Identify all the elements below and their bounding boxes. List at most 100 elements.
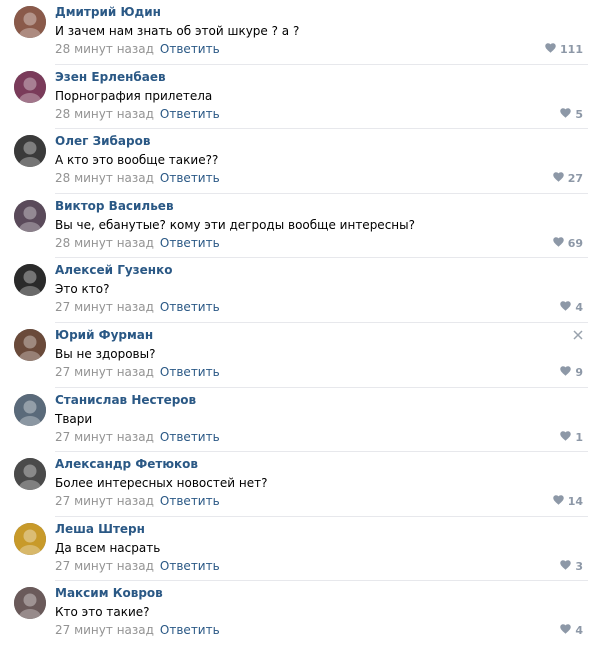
like-count: 27	[567, 172, 583, 186]
comment-meta: 28 минут назад Ответить	[55, 107, 220, 122]
comment-time[interactable]: 28 минут назад	[55, 107, 154, 121]
comment-meta: 28 минут назад Ответить	[55, 171, 220, 186]
like-button[interactable]: 4	[560, 623, 583, 638]
comment-meta: 27 минут назад Ответить	[55, 559, 220, 574]
like-count: 4	[575, 301, 583, 315]
avatar[interactable]	[14, 328, 46, 361]
comment-text: Порнография прилетела	[55, 88, 213, 103]
reply-button[interactable]: Ответить	[160, 171, 220, 185]
avatar[interactable]	[14, 135, 46, 168]
heart-icon	[552, 171, 568, 186]
comment-meta: 28 минут назад Ответить	[55, 236, 220, 251]
comment-item: Леша Штерн Да всем насрать 27 минут наза…	[0, 517, 600, 582]
comment-author[interactable]: Алексей Гузенко	[55, 263, 172, 278]
heart-icon	[560, 300, 575, 315]
reply-button[interactable]: Ответить	[160, 623, 220, 637]
comment-time[interactable]: 27 минут назад	[55, 623, 154, 637]
heart-icon	[560, 107, 575, 122]
comment-item: Олег Зибаров А кто это вообще такие?? 28…	[0, 129, 600, 194]
comment-time[interactable]: 27 минут назад	[55, 430, 154, 444]
comment-author[interactable]: Олег Зибаров	[55, 134, 150, 149]
comment-text: Более интересных новостей нет?	[55, 476, 268, 491]
like-count: 111	[560, 43, 583, 56]
like-button[interactable]: 111	[545, 42, 583, 57]
comment-item: Алексей Гузенко Это кто? 27 минут назад О…	[0, 258, 600, 323]
comment-item: Станислав Нестеров Твари 27 минут назад О…	[0, 388, 600, 453]
comment-item: Эзен Ерленбаев Порнография прилетела 28 …	[0, 65, 600, 130]
comment-text: И зачем нам знать об этой шкуре ? а ?	[55, 24, 300, 38]
comment-author[interactable]: Станислав Нестеров	[55, 393, 196, 408]
avatar[interactable]	[14, 522, 46, 555]
reply-button[interactable]: Ответить	[160, 300, 220, 314]
heart-icon	[545, 42, 560, 57]
comment-author[interactable]: Юрий Фурман	[55, 328, 153, 343]
avatar[interactable]	[14, 70, 46, 103]
avatar[interactable]	[14, 199, 46, 232]
comment-meta: 27 минут назад Ответить	[55, 623, 220, 638]
comment-text: А кто это вообще такие??	[55, 153, 219, 168]
comment-item: Максим Ковров Кто это такие? 27 минут на…	[0, 581, 600, 646]
comment-time[interactable]: 27 минут назад	[55, 365, 154, 379]
like-button[interactable]: 14	[552, 494, 583, 509]
comment-time[interactable]: 27 минут назад	[55, 494, 154, 508]
close-icon[interactable]	[573, 329, 583, 340]
like-button[interactable]: 9	[560, 365, 583, 380]
comment-text: Да всем насрать	[55, 540, 161, 555]
avatar[interactable]	[14, 587, 46, 620]
reply-button[interactable]: Ответить	[160, 559, 220, 573]
like-button[interactable]: 27	[552, 171, 583, 186]
comment-meta: 27 минут назад Ответить	[55, 430, 220, 445]
comment-time[interactable]: 28 минут назад	[55, 42, 154, 56]
comment-text: Вы че, ебанутые? кому эти дегроды вообще…	[55, 217, 415, 232]
like-button[interactable]: 5	[560, 107, 583, 122]
comment-time[interactable]: 27 минут назад	[55, 300, 154, 314]
like-button[interactable]: 3	[560, 559, 583, 574]
comment-author[interactable]: Леша Штерн	[55, 522, 145, 537]
comment-meta: 27 минут назад Ответить	[55, 494, 220, 509]
comment-item: Виктор Васильев Вы че, ебанутые? кому эт…	[0, 194, 600, 259]
comment-time[interactable]: 28 минут назад	[55, 171, 154, 185]
heart-icon	[560, 365, 575, 380]
comment-author[interactable]: Александр Фетюков	[55, 457, 198, 472]
heart-icon	[552, 494, 568, 509]
avatar[interactable]	[14, 393, 46, 426]
like-count: 5	[575, 107, 583, 121]
reply-button[interactable]: Ответить	[160, 236, 220, 250]
comments-list: Дмитрий Юдин И зачем нам знать об этой ш…	[0, 0, 600, 646]
comment-item: Дмитрий Юдин И зачем нам знать об этой ш…	[0, 0, 600, 65]
reply-button[interactable]: Ответить	[160, 430, 220, 444]
reply-button[interactable]: Ответить	[160, 42, 220, 56]
comment-meta: 28 минут назад Ответить	[55, 42, 220, 57]
heart-icon	[552, 236, 568, 251]
comment-author[interactable]: Виктор Васильев	[55, 199, 174, 214]
avatar[interactable]	[14, 264, 46, 297]
heart-icon	[560, 430, 575, 445]
heart-icon	[560, 559, 575, 574]
comment-text: Это кто?	[55, 282, 110, 297]
like-count: 14	[567, 495, 583, 509]
reply-button[interactable]: Ответить	[160, 107, 220, 121]
comment-author[interactable]: Дмитрий Юдин	[55, 5, 161, 20]
comment-time[interactable]: 28 минут назад	[55, 236, 154, 250]
comment-author[interactable]: Максим Ковров	[55, 586, 163, 601]
reply-button[interactable]: Ответить	[160, 494, 220, 508]
like-count: 3	[575, 559, 583, 573]
heart-icon	[560, 623, 575, 638]
comment-text: Вы не здоровы?	[55, 346, 156, 361]
like-button[interactable]: 69	[552, 236, 583, 251]
comment-item: Юрий Фурман Вы не здоровы? 27 минут наза…	[0, 323, 600, 388]
like-count: 9	[575, 365, 583, 379]
like-count: 4	[575, 624, 583, 638]
avatar[interactable]	[14, 458, 46, 491]
reply-button[interactable]: Ответить	[160, 365, 220, 379]
comment-time[interactable]: 27 минут назад	[55, 559, 154, 573]
comment-text: Кто это такие?	[55, 605, 150, 620]
avatar[interactable]	[14, 6, 46, 38]
comment-meta: 27 минут назад Ответить	[55, 365, 220, 380]
comment-item: Александр Фетюков Более интересных новос…	[0, 452, 600, 517]
like-button[interactable]: 4	[560, 300, 583, 315]
like-button[interactable]: 1	[560, 430, 583, 445]
comment-meta: 27 минут назад Ответить	[55, 300, 220, 315]
like-count: 1	[575, 430, 583, 444]
comment-author[interactable]: Эзен Ерленбаев	[55, 70, 166, 85]
